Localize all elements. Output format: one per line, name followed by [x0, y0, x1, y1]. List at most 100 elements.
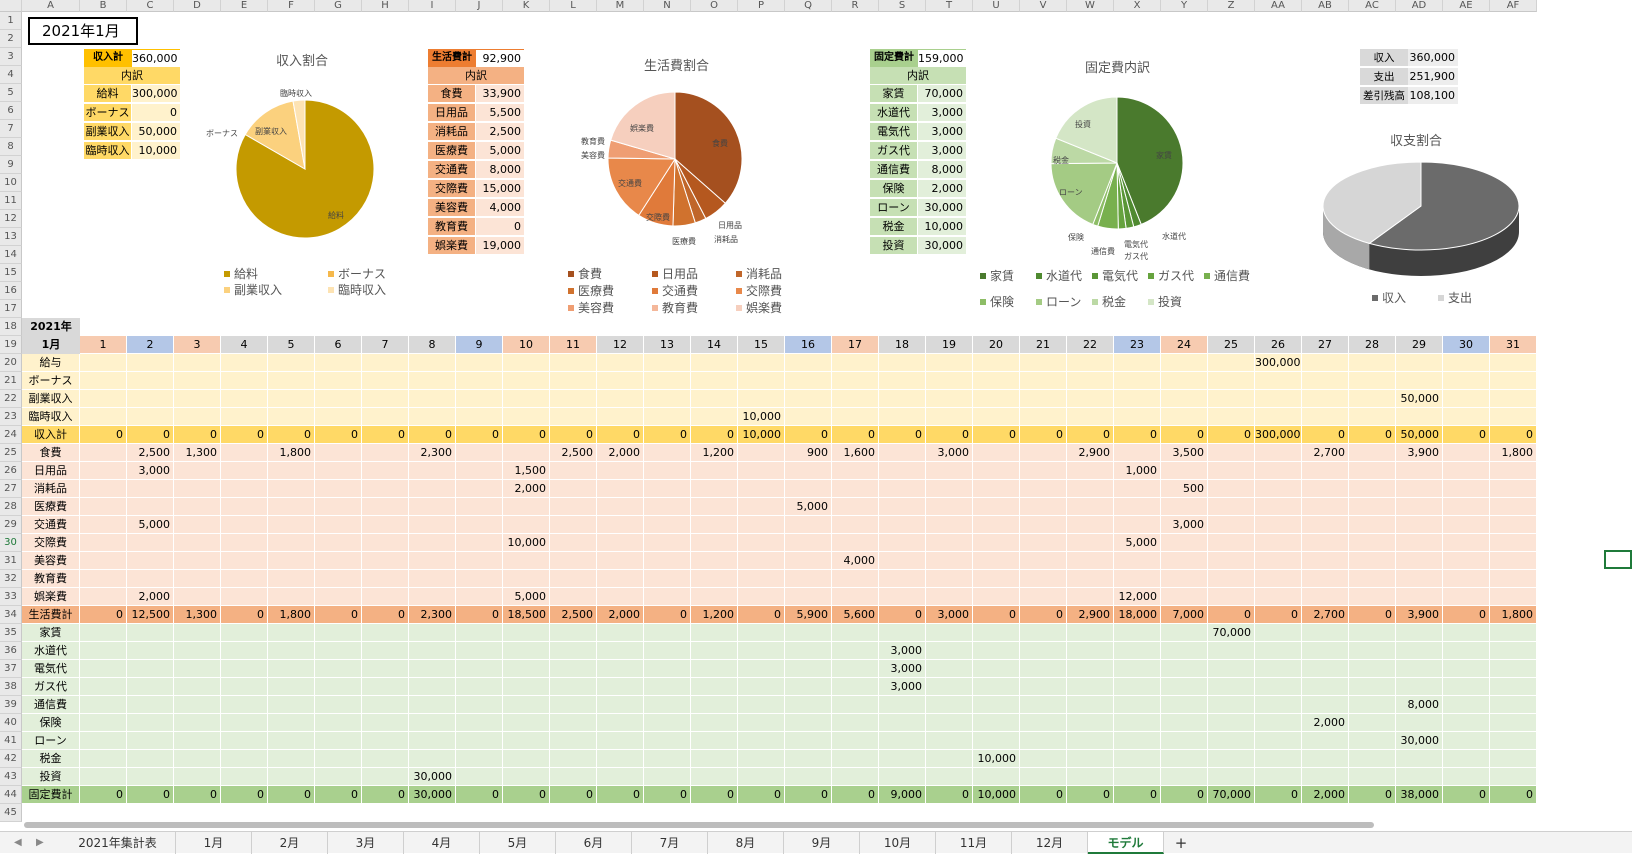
grid-cell[interactable]	[785, 642, 832, 660]
grid-cell[interactable]: 3,000	[926, 606, 973, 624]
row-header[interactable]: 24	[0, 426, 22, 444]
row-header[interactable]: 36	[0, 642, 22, 660]
grid-cell[interactable]	[644, 714, 691, 732]
income_summary-total-value[interactable]: 360,000	[132, 49, 180, 67]
grid-cell[interactable]: 9,000	[879, 786, 926, 804]
grid-cell[interactable]	[1255, 534, 1302, 552]
grid-cell[interactable]	[315, 768, 362, 786]
grid-cell[interactable]: 1,800	[268, 444, 315, 462]
grid-cell[interactable]: 0	[268, 786, 315, 804]
row-header[interactable]: 41	[0, 732, 22, 750]
grid-cell[interactable]	[832, 696, 879, 714]
grid-cell[interactable]	[550, 570, 597, 588]
grid-cell[interactable]	[409, 516, 456, 534]
grid-cell[interactable]	[362, 390, 409, 408]
grid-cell[interactable]: 2,000	[1302, 786, 1349, 804]
grid-cell[interactable]: 2,900	[1067, 444, 1114, 462]
sheet-tab[interactable]: 10月	[860, 832, 936, 854]
grid-cell[interactable]	[879, 588, 926, 606]
grid-cell[interactable]: 10,000	[503, 534, 550, 552]
grid-cell[interactable]	[1067, 372, 1114, 390]
grid-cell[interactable]	[738, 480, 785, 498]
grid-cell[interactable]	[1114, 732, 1161, 750]
sheet-tab[interactable]: 2021年集計表	[60, 832, 176, 854]
grid-cell[interactable]: 10,000	[738, 408, 785, 426]
grid-cell[interactable]	[1067, 498, 1114, 516]
grid-cell[interactable]	[268, 462, 315, 480]
grid-cell[interactable]: 3,900	[1396, 444, 1443, 462]
grid-cell[interactable]	[597, 408, 644, 426]
grid-cell[interactable]	[973, 462, 1020, 480]
grid-cell[interactable]	[1020, 768, 1067, 786]
grid-cell[interactable]	[174, 462, 221, 480]
grid-cell[interactable]	[174, 696, 221, 714]
grid-cell[interactable]	[597, 750, 644, 768]
grid-cell[interactable]	[832, 624, 879, 642]
grid-cell[interactable]: 2,000	[503, 480, 550, 498]
grid-cell[interactable]	[1349, 624, 1396, 642]
grid-cell[interactable]	[926, 354, 973, 372]
grid-cell[interactable]	[785, 660, 832, 678]
grid-cell[interactable]	[409, 696, 456, 714]
grid-cell[interactable]	[785, 408, 832, 426]
grid-cell[interactable]	[691, 408, 738, 426]
grid-cell[interactable]: 5,000	[1114, 534, 1161, 552]
grid-cell[interactable]	[550, 678, 597, 696]
grid-cell[interactable]	[973, 732, 1020, 750]
living_summary-row-value[interactable]: 19,000	[476, 237, 524, 255]
grid-cell[interactable]: 50,000	[1396, 426, 1443, 444]
grid-cell[interactable]: 0	[1490, 426, 1537, 444]
grid-cell[interactable]	[1208, 498, 1255, 516]
grid-cell[interactable]: 70,000	[1208, 786, 1255, 804]
grid-cell[interactable]	[1255, 444, 1302, 462]
grid-cell[interactable]	[127, 624, 174, 642]
grid-cell[interactable]: 0	[738, 786, 785, 804]
row-header[interactable]: 21	[0, 372, 22, 390]
grid-cell[interactable]	[550, 462, 597, 480]
grid-cell[interactable]	[1396, 570, 1443, 588]
grid-cell[interactable]	[315, 516, 362, 534]
row-header[interactable]: 17	[0, 300, 22, 318]
grid-cell[interactable]	[832, 480, 879, 498]
column-header[interactable]: AD	[1396, 0, 1443, 12]
grid-cell[interactable]	[456, 444, 503, 462]
day-header[interactable]: 10	[503, 336, 550, 354]
grid-cell[interactable]	[926, 570, 973, 588]
grid-cell[interactable]	[926, 516, 973, 534]
grid-cell[interactable]	[362, 714, 409, 732]
grid-cell[interactable]	[691, 498, 738, 516]
grid-cell[interactable]	[1114, 750, 1161, 768]
grid-cell[interactable]	[879, 408, 926, 426]
grid-cell[interactable]	[409, 354, 456, 372]
grid-cell[interactable]	[221, 660, 268, 678]
grid-cell[interactable]: 0	[1443, 426, 1490, 444]
grid-cell[interactable]	[1020, 516, 1067, 534]
grid-cell[interactable]	[456, 732, 503, 750]
grid-cell[interactable]	[1255, 624, 1302, 642]
grid-cell[interactable]	[456, 678, 503, 696]
column-header[interactable]: AE	[1443, 0, 1490, 12]
living_summary-row-value[interactable]: 8,000	[476, 161, 524, 179]
grid-cell[interactable]	[1114, 678, 1161, 696]
grid-cell[interactable]	[1490, 552, 1537, 570]
grid-cell[interactable]: 3,000	[926, 444, 973, 462]
day-header[interactable]: 2	[127, 336, 174, 354]
grid-cell[interactable]	[644, 768, 691, 786]
grid-cell[interactable]	[456, 768, 503, 786]
row-header[interactable]: 23	[0, 408, 22, 426]
grid-cell[interactable]	[550, 498, 597, 516]
grid-cell[interactable]: 38,000	[1396, 786, 1443, 804]
grid-cell[interactable]	[221, 534, 268, 552]
grid-cell[interactable]: 0	[80, 786, 127, 804]
grid-cell[interactable]	[926, 408, 973, 426]
sheet-tab[interactable]: 8月	[708, 832, 784, 854]
living_summary-row-value[interactable]: 33,900	[476, 85, 524, 103]
grid-cell[interactable]	[503, 642, 550, 660]
grid-cell[interactable]	[1302, 768, 1349, 786]
grid-cell[interactable]	[362, 516, 409, 534]
grid-cell[interactable]	[738, 498, 785, 516]
grid-cell[interactable]: 5,600	[832, 606, 879, 624]
grid-cell[interactable]	[1161, 588, 1208, 606]
grid-cell[interactable]	[268, 624, 315, 642]
grid-cell[interactable]	[691, 696, 738, 714]
